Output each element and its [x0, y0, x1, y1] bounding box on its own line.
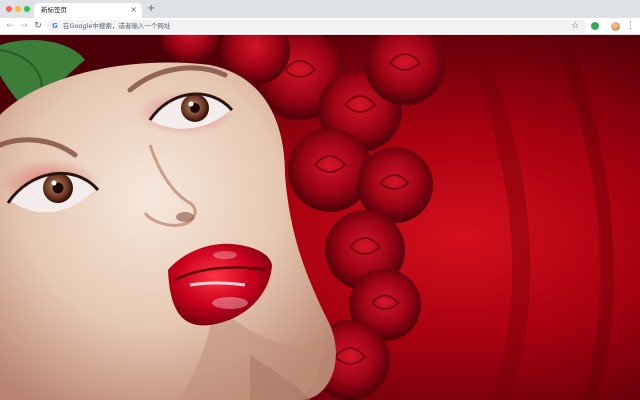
new-tab-wallpaper	[0, 35, 640, 400]
tab-strip: 新标签页 × +	[0, 0, 640, 18]
address-bar[interactable]: G 在Google中搜索，或者输入一个网址	[47, 20, 587, 33]
address-bar-placeholder[interactable]: 在Google中搜索，或者输入一个网址	[63, 20, 170, 33]
extension-icon[interactable]	[591, 22, 599, 30]
reload-button[interactable]: ↻	[32, 20, 44, 32]
back-button[interactable]: ←	[4, 20, 16, 32]
tab-close-icon[interactable]: ×	[130, 4, 137, 16]
tab-title: 新标签页	[41, 6, 67, 14]
google-icon: G	[52, 22, 58, 30]
window-maximize-icon[interactable]	[24, 6, 30, 12]
profile-avatar[interactable]	[611, 22, 620, 31]
new-tab-button[interactable]: +	[147, 2, 155, 16]
toolbar: ← → ↻ G 在Google中搜索，或者输入一个网址 ☆ ⋮	[0, 18, 640, 35]
window-close-icon[interactable]	[6, 6, 12, 12]
tab-new-tab[interactable]: 新标签页 ×	[34, 3, 142, 18]
menu-icon[interactable]: ⋮	[626, 20, 635, 32]
forward-button[interactable]: →	[18, 20, 30, 32]
browser-window: 新标签页 × + ← → ↻ G 在Google中搜索，或者输入一个网址 ☆ ⋮	[0, 0, 640, 400]
window-minimize-icon[interactable]	[15, 6, 21, 12]
wallpaper-image	[0, 35, 640, 400]
bookmark-star-icon[interactable]: ☆	[571, 20, 579, 32]
